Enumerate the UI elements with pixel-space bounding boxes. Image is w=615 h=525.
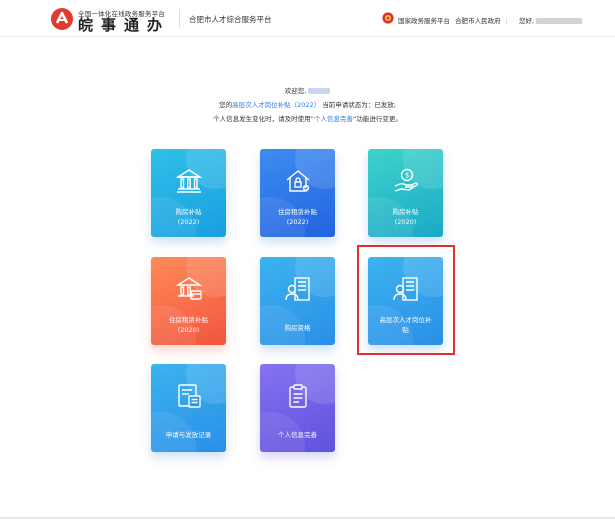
tile-personal-info[interactable]: 个人信息完善	[260, 364, 335, 452]
hand-coin-icon: $	[394, 168, 419, 192]
tile-rental-subsidy-2022[interactable]: 住房租赁补贴 (2022)	[260, 149, 335, 237]
tile-title: 购房补贴	[175, 208, 202, 216]
welcome-greeting: 欢迎您,	[284, 87, 307, 95]
tile-label: 住房租赁补贴 (2022)	[264, 207, 331, 227]
tile-year: (2022)	[177, 218, 200, 226]
personal-info-link[interactable]: 个人信息完善	[314, 115, 353, 123]
brand-name[interactable]: 皖事通办	[78, 16, 170, 34]
welcome-line-3: 个人信息发生变化时，请及时使用“个人信息完善”功能进行变更。	[0, 113, 615, 123]
page-bottom-border	[0, 517, 615, 519]
bank-building-icon	[175, 169, 203, 193]
welcome-line-2: 您的高层次人才岗位补贴（2022） 当前申请状态为：已发放;	[0, 99, 615, 109]
tile-title: 个人信息完善	[278, 431, 317, 439]
tile-label: 住房租赁补贴 (2020)	[155, 315, 222, 335]
tile-rental-subsidy-2020[interactable]: 住房租赁补贴 (2020)	[151, 257, 226, 345]
tile-title: 购房补贴	[392, 208, 419, 216]
tile-label: 个人信息完善	[264, 430, 331, 440]
tile-year: (2022)	[286, 218, 309, 226]
info-hint-suffix: ”功能进行变更。	[353, 115, 402, 123]
tile-title: 购房资格	[284, 324, 311, 332]
status-text: 当前申请状态为：已发放;	[322, 101, 396, 109]
svg-text:$: $	[405, 172, 409, 180]
selection-highlight-box	[357, 245, 455, 355]
tile-housing-subsidy-2020[interactable]: $ 购房补贴 (2020)	[368, 149, 443, 237]
applied-item-link[interactable]: 高层次人才岗位补贴（2022）	[232, 101, 320, 109]
tile-label: 购房补贴 (2020)	[372, 207, 439, 227]
nav-national-platform-link[interactable]: 国家政务服务平台	[398, 17, 450, 25]
tile-year: (2020)	[394, 218, 417, 226]
tile-label: 申请与发放记录	[155, 430, 222, 440]
form-list-icon	[178, 384, 201, 408]
tile-application-records[interactable]: 申请与发放记录	[151, 364, 226, 452]
welcome-line-1: 欢迎您,	[0, 85, 615, 95]
tile-housing-subsidy-2022[interactable]: 购房补贴 (2022)	[151, 149, 226, 237]
user-greeting[interactable]: 您好,	[519, 15, 583, 25]
wanshitong-logo-icon[interactable]	[50, 7, 74, 31]
national-emblem-icon	[382, 12, 394, 24]
status-prefix: 您的	[219, 101, 233, 109]
clipboard-icon	[289, 384, 307, 408]
username-redacted	[536, 18, 583, 24]
tile-label: 购房资格	[264, 323, 331, 333]
platform-name: 合肥市人才综合服务平台	[189, 15, 272, 24]
nav-separator: |	[505, 17, 508, 25]
tile-title: 申请与发放记录	[165, 431, 212, 439]
user-name-redacted	[308, 88, 331, 94]
person-building-icon	[285, 277, 310, 301]
top-header: 全国一体化在线政务服务平台 皖事通办 合肥市人才综合服务平台 国家政务服务平台 …	[0, 0, 615, 37]
tile-purchase-eligibility[interactable]: 购房资格	[260, 257, 335, 345]
tile-label: 购房补贴 (2022)	[155, 207, 222, 227]
info-hint-prefix: 个人信息发生变化时，请及时使用“	[213, 115, 314, 123]
tile-title: 住房租赁补贴	[169, 316, 208, 324]
header-nav: 国家政务服务平台 合肥市人民政府 |	[398, 15, 511, 25]
greeting-text: 您好,	[519, 17, 535, 25]
header-divider	[179, 9, 180, 27]
tile-year: (2020)	[177, 326, 200, 334]
house-lock-icon	[286, 170, 310, 192]
bank-card-icon	[175, 277, 203, 300]
tile-title: 住房租赁补贴	[278, 208, 317, 216]
nav-hefei-government-link[interactable]: 合肥市人民政府	[455, 17, 501, 25]
